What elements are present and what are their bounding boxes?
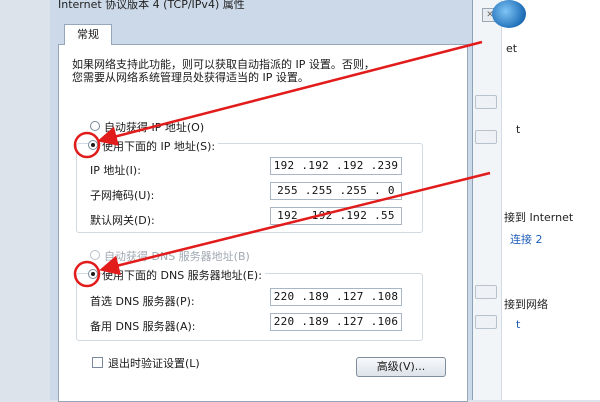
annotation-arrow-dns xyxy=(99,171,491,276)
annotation-circle-dns-radio xyxy=(73,260,101,288)
annotation-circle-ip-radio xyxy=(73,131,101,159)
tab-general[interactable]: 常规 xyxy=(64,24,112,45)
annotation-overlay xyxy=(73,40,491,288)
annotation-arrow-ip xyxy=(97,40,483,146)
